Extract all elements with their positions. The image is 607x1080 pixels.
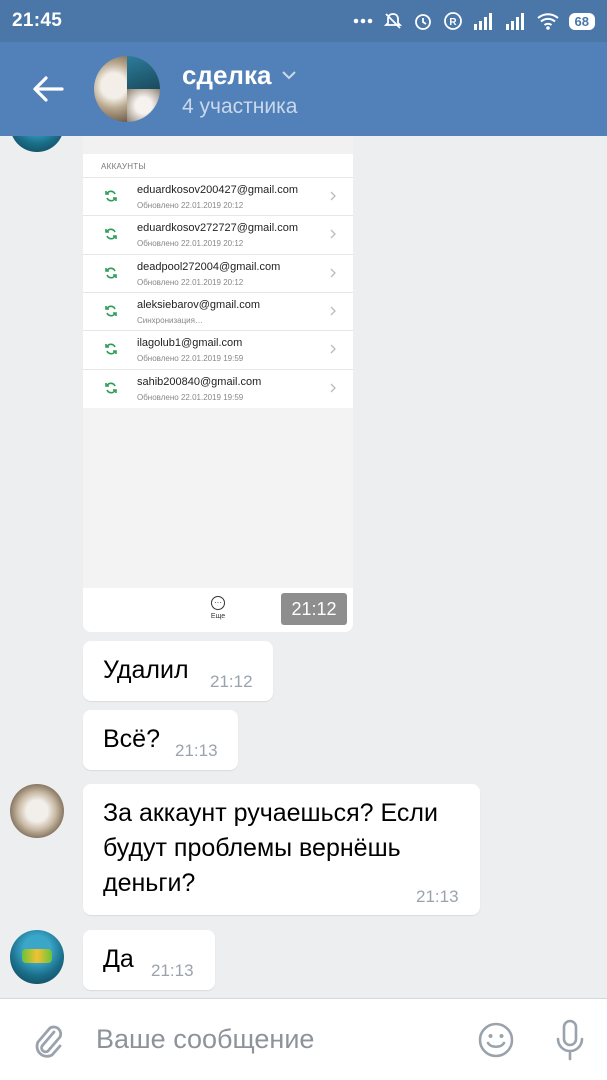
avatar[interactable] (10, 136, 64, 152)
message-bubble[interactable]: Да 21:13 (83, 930, 215, 990)
account-email: sahib200840@gmail.com (137, 375, 262, 388)
message-text: За аккаунт ручаешься? Если будут проблем… (103, 799, 438, 897)
status-icons: R 68 (353, 11, 595, 31)
chat-subtitle: 4 участника (182, 94, 298, 118)
message-time: 21:13 (416, 887, 459, 906)
more-button: ··· Еще (207, 596, 229, 620)
sync-icon (105, 267, 117, 279)
sync-icon (105, 382, 117, 393)
message-bubble[interactable]: Удалил 21:12 (83, 641, 273, 701)
signal-icon (473, 12, 495, 30)
message-composer (0, 998, 607, 1080)
emoji-button[interactable] (459, 999, 533, 1080)
account-email: deadpool272004@gmail.com (137, 260, 281, 273)
chat-title: сделка (182, 59, 272, 90)
dots-icon (353, 18, 373, 24)
microphone-button[interactable] (533, 999, 607, 1080)
message-bubble[interactable]: Всё? 21:13 (83, 710, 238, 770)
account-email: eduardkosov200427@gmail.com (137, 184, 298, 196)
chevron-right-icon (330, 344, 336, 354)
more-label: Еще (210, 613, 226, 620)
avatar[interactable] (10, 784, 64, 838)
battery-icon: 68 (568, 12, 595, 30)
account-status: Обновлено 22.01.2019 20:12 (137, 239, 244, 249)
account-status: Обновлено 22.01.2019 19:59 (137, 354, 244, 364)
account-row: sahib200840@gmail.com Обновлено 22.01.201… (83, 368, 353, 407)
chevron-right-icon (330, 268, 336, 278)
image-attachment[interactable]: АККАУНТЫ eduardkosov200427@gmail.com Обно… (83, 136, 353, 632)
muted-bell-icon (383, 11, 403, 31)
status-bar: 21:45 R 68 (0, 0, 607, 42)
message-time: 21:13 (175, 741, 218, 760)
account-row: deadpool272004@gmail.com Обновлено 22.01.… (83, 253, 353, 292)
account-status: Обновлено 22.01.2019 20:12 (137, 201, 244, 210)
attach-button[interactable] (0, 999, 96, 1080)
svg-text:R: R (449, 17, 457, 28)
chevron-right-icon (330, 229, 336, 239)
microphone-icon (556, 1019, 584, 1060)
sync-icon (105, 343, 117, 355)
account-row: aleksiebarov@gmail.com Синхронизация… (83, 291, 353, 330)
registered-icon: R (443, 11, 463, 31)
message-list[interactable]: АККАУНТЫ eduardkosov200427@gmail.com Обно… (0, 136, 607, 998)
message-time: 21:12 (281, 593, 347, 625)
message-input[interactable] (96, 1024, 459, 1055)
message-time: 21:13 (151, 961, 194, 980)
account-status: Синхронизация… (137, 315, 203, 325)
sync-icon (105, 228, 117, 240)
chevron-right-icon (330, 306, 336, 316)
chat-header: сделка 4 участника (0, 42, 607, 136)
arrow-left-icon (33, 76, 64, 102)
wifi-icon (536, 12, 559, 30)
sync-icon (105, 190, 117, 202)
message-text: Удалил (103, 656, 189, 684)
chevron-down-icon (282, 71, 297, 80)
smile-icon (478, 1022, 514, 1057)
account-row: eduardkosov200427@gmail.com Обновлено 22.… (83, 177, 353, 215)
sync-icon (105, 305, 117, 317)
signal-icon (505, 12, 527, 30)
account-email: ilagolub1@gmail.com (137, 337, 243, 350)
account-row: ilagolub1@gmail.com Обновлено 22.01.2019 … (83, 330, 353, 368)
back-button[interactable] (0, 42, 96, 136)
message-time: 21:12 (210, 672, 253, 691)
chevron-right-icon (330, 191, 336, 201)
account-status: Обновлено 22.01.2019 19:59 (137, 392, 244, 402)
chat-titles[interactable]: сделка 4 участника (182, 60, 297, 119)
avatar[interactable] (10, 930, 64, 984)
chat-avatar[interactable] (94, 56, 160, 122)
status-time: 21:45 (12, 10, 63, 31)
message-text: Всё? (103, 725, 160, 753)
paperclip-icon (35, 1025, 63, 1058)
account-status: Обновлено 22.01.2019 20:12 (137, 277, 244, 287)
message-text: Да (103, 945, 134, 973)
accounts-label: АККАУНТЫ (101, 162, 146, 171)
account-email: eduardkosov272727@gmail.com (137, 222, 298, 235)
account-row: eduardkosov272727@gmail.com Обновлено 22.… (83, 215, 353, 253)
message-bubble[interactable]: За аккаунт ручаешься? Если будут проблем… (83, 784, 480, 915)
account-email: aleksiebarov@gmail.com (137, 298, 261, 311)
alarm-icon (413, 11, 433, 31)
chevron-right-icon (330, 383, 336, 392)
